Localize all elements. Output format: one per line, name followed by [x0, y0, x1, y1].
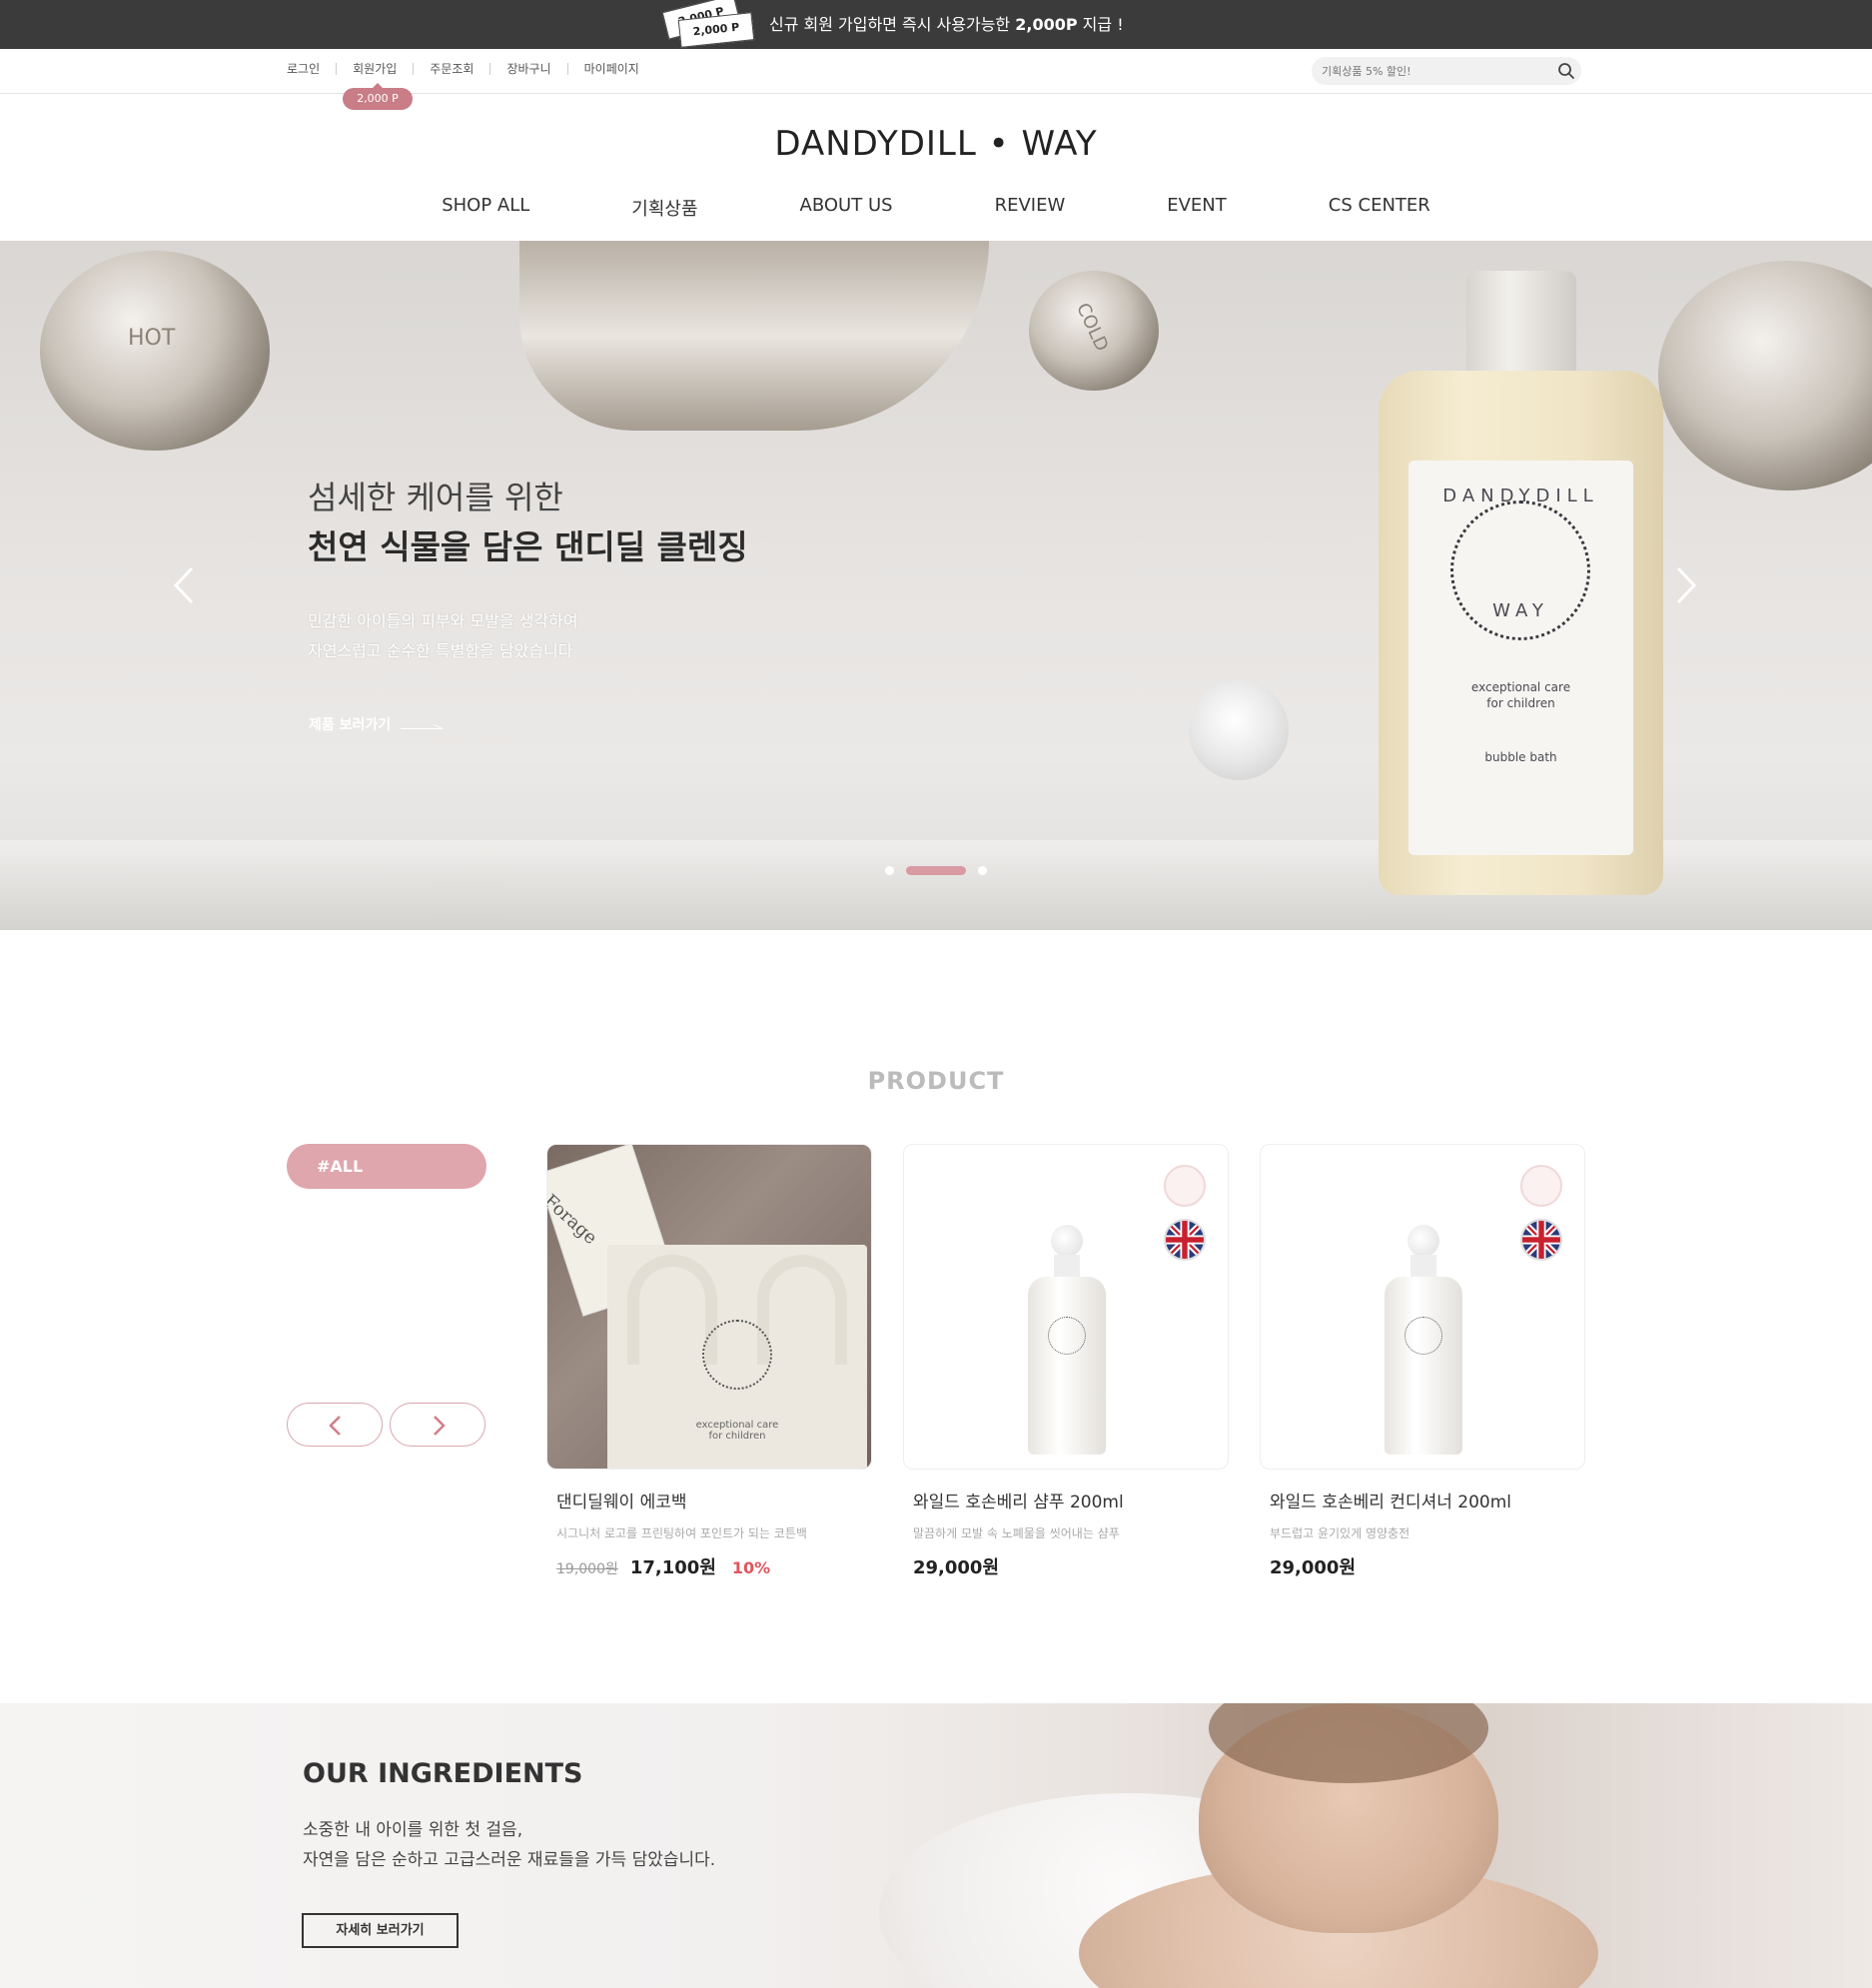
- hero-pagination: [885, 866, 999, 875]
- bag-tagline-2: for children: [708, 1431, 766, 1442]
- product-prev-button[interactable]: [287, 1403, 383, 1447]
- promo-text[interactable]: 신규 회원 가입하면 즉시 사용가능한 2,000P 지급 !: [769, 0, 1124, 49]
- ingredients-section: OUR INGREDIENTS 소중한 내 아이를 위한 첫 걸음, 자연을 담…: [0, 1703, 1872, 1988]
- view-products-label: 제품 보러가기: [309, 717, 392, 733]
- ingredients-detail-button[interactable]: 자세히 보러가기: [302, 1913, 459, 1948]
- nav-about-us[interactable]: ABOUT US: [800, 195, 893, 221]
- main-nav: SHOP ALL 기획상품 ABOUT US REVIEW EVENT CS C…: [0, 195, 1872, 221]
- ingredients-line-2: 자연을 담은 순하고 고급스러운 재료들을 가득 담았습니다.: [303, 1850, 716, 1870]
- ingredients-text: 소중한 내 아이를 위한 첫 걸음, 자연을 담은 순하고 고급스러운 재료들을…: [303, 1815, 715, 1875]
- hero-description: 민감한 아이들의 피부와 모발을 생각하여 자연스럽고 순수한 특별함을 담았습…: [308, 606, 578, 666]
- chevron-right-icon: [434, 1416, 446, 1436]
- product-section-title: PRODUCT: [867, 1067, 1005, 1095]
- hero-desc-line-2: 자연스럽고 순수한 특별함을 담았습니다: [308, 641, 573, 660]
- brand-ring-logo: [702, 1320, 772, 1390]
- hero-banner: HOT COLD DANDYDILL WAY exceptional care …: [0, 241, 1872, 930]
- view-products-link[interactable]: 제품 보러가기: [309, 714, 444, 734]
- long-arrow-icon: [401, 719, 444, 729]
- hero-next-arrow-icon[interactable]: [1670, 560, 1700, 610]
- price-row: 29,000원: [1260, 1553, 1585, 1579]
- promo-text-before: 신규 회원 가입하면 즉시 사용가능한: [769, 15, 1016, 34]
- order-lookup-link[interactable]: 주문조회: [413, 63, 489, 75]
- uk-flag-icon: [1164, 1219, 1206, 1261]
- category-all-button[interactable]: #ALL: [287, 1144, 486, 1189]
- price-row: 29,000원: [903, 1553, 1229, 1579]
- sale-price: 17,100원: [629, 1557, 716, 1578]
- chevron-left-icon: [329, 1416, 341, 1436]
- promo-bar: 2,000 P 2,000 P 신규 회원 가입하면 즉시 사용가능한 2,00…: [0, 0, 1872, 49]
- nav-shop-all[interactable]: SHOP ALL: [442, 195, 529, 221]
- promo-text-bold: 2,000P: [1015, 15, 1078, 34]
- search-icon[interactable]: [1557, 62, 1575, 80]
- join-link[interactable]: 회원가입: [336, 63, 413, 75]
- ingredients-title: OUR INGREDIENTS: [303, 1758, 583, 1789]
- sale-price: 29,000원: [913, 1557, 1000, 1578]
- certification-stamp-icon: [1164, 1165, 1206, 1207]
- slide-dot-2-active[interactable]: [906, 866, 966, 875]
- product-thumb-ecobag[interactable]: Forage exceptional care for children: [546, 1144, 872, 1470]
- glass-stopper-image: [1189, 680, 1289, 780]
- product-card-conditioner[interactable]: 와일드 호손베리 컨디셔너 200ml 부드럽고 윤기있게 영양충전 29,00…: [1260, 1144, 1585, 1579]
- site-logo[interactable]: DANDYDILL • WAY: [0, 124, 1872, 164]
- bottle-brand-bottom: WAY: [1492, 600, 1549, 621]
- nav-cs-center[interactable]: CS CENTER: [1329, 195, 1430, 221]
- original-price: 19,000원: [556, 1561, 618, 1577]
- hero-prev-arrow-icon[interactable]: [170, 560, 200, 610]
- price-row: 19,000원 17,100원 10%: [546, 1553, 872, 1579]
- slide-dot-3[interactable]: [978, 866, 987, 875]
- hot-tap-label: HOT: [128, 326, 176, 351]
- product-desc: 시그니처 로고를 프린팅하여 포인트가 되는 코튼백: [556, 1526, 807, 1540]
- faucet-spout-image: [519, 241, 989, 431]
- product-name[interactable]: 와일드 호손베리 컨디셔너 200ml: [1260, 1488, 1585, 1512]
- ingredients-line-1: 소중한 내 아이를 위한 첫 걸음,: [303, 1820, 523, 1840]
- nav-special-products[interactable]: 기획상품: [631, 195, 697, 221]
- bottle-tagline-1: exceptional care: [1470, 680, 1571, 694]
- utility-links: 로그인 회원가입 주문조회 장바구니 마이페이지: [287, 63, 655, 75]
- join-point-badge: 2,000 P: [343, 83, 413, 110]
- product-desc: 말끔하게 모발 속 노폐물을 씻어내는 샴푸: [913, 1526, 1120, 1540]
- hero-subtitle: 섬세한 케어를 위한: [308, 479, 563, 516]
- nav-review[interactable]: REVIEW: [995, 195, 1066, 221]
- shampoo-bottle-image: [1024, 1225, 1110, 1455]
- bag-tagline-1: exceptional care: [695, 1420, 779, 1431]
- promo-text-after: 지급 !: [1077, 15, 1124, 34]
- bottle-brand-top: DANDYDILL: [1442, 486, 1599, 506]
- discount-rate: 10%: [731, 1558, 771, 1577]
- sale-price: 29,000원: [1270, 1557, 1357, 1578]
- uk-flag-icon: [1520, 1219, 1562, 1261]
- certification-stamp-icon: [1520, 1165, 1562, 1207]
- conditioner-bottle-image: [1381, 1225, 1466, 1455]
- cold-tap-label: COLD: [1072, 300, 1113, 355]
- hot-tap-image: HOT: [40, 251, 270, 451]
- search-input[interactable]: [1322, 61, 1541, 81]
- hero-title: 천연 식물을 담은 댄디딜 클렌징: [308, 527, 748, 566]
- bubble-bath-bottle-image: DANDYDILL WAY exceptional care for child…: [1379, 271, 1663, 895]
- bottle-product: bubble bath: [1484, 750, 1557, 764]
- login-link[interactable]: 로그인: [287, 63, 336, 75]
- utility-bar: 로그인 회원가입 주문조회 장바구니 마이페이지: [0, 49, 1872, 94]
- product-name[interactable]: 와일드 호손베리 샴푸 200ml: [903, 1488, 1229, 1512]
- product-desc: 부드럽고 윤기있게 영양충전: [1270, 1526, 1410, 1540]
- product-thumb-conditioner[interactable]: [1260, 1144, 1585, 1470]
- slide-dot-1[interactable]: [885, 866, 894, 875]
- bottle-tagline-2: for children: [1486, 696, 1555, 710]
- product-name[interactable]: 댄디딜웨이 에코백: [546, 1488, 872, 1512]
- product-card-shampoo[interactable]: 와일드 호손베리 샴푸 200ml 말끔하게 모발 속 노폐물을 씻어내는 샴푸…: [903, 1144, 1229, 1579]
- product-next-button[interactable]: [390, 1403, 485, 1447]
- nav-event[interactable]: EVENT: [1167, 195, 1227, 221]
- cold-tap-image: COLD: [1029, 271, 1159, 391]
- search-box: [1312, 57, 1581, 85]
- right-tap-image: [1658, 261, 1872, 491]
- product-thumb-shampoo[interactable]: [903, 1144, 1229, 1470]
- hero-desc-line-1: 민감한 아이들의 피부와 모발을 생각하여: [308, 611, 578, 630]
- mypage-link[interactable]: 마이페이지: [566, 63, 655, 75]
- cart-link[interactable]: 장바구니: [489, 63, 566, 75]
- product-card-ecobag[interactable]: Forage exceptional care for children 댄디딜…: [546, 1144, 872, 1579]
